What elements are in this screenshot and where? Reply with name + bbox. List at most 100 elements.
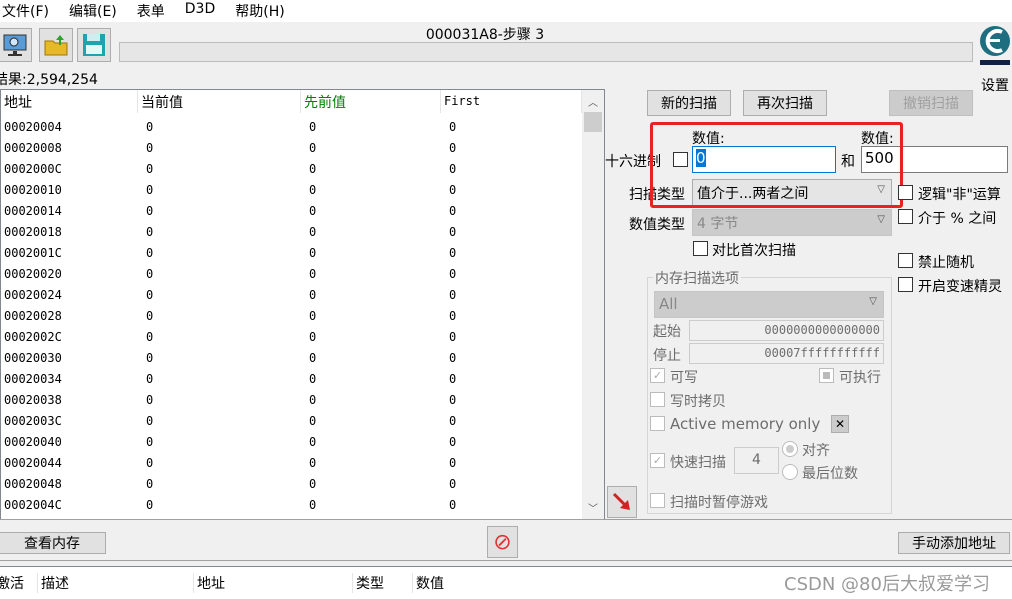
col-type[interactable]: 类型 (352, 573, 384, 593)
region-select[interactable]: All ▽ (654, 291, 884, 318)
close-icon[interactable]: ✕ (831, 415, 849, 433)
menu-help[interactable]: 帮助(H) (233, 0, 294, 22)
scrollbar[interactable]: ︿ ﹀ (582, 90, 604, 519)
table-row[interactable]: 00020038 0 0 0 (1, 390, 581, 411)
not-checkbox[interactable] (898, 185, 913, 200)
table-row[interactable]: 00020044 0 0 0 (1, 453, 581, 474)
start-address-input[interactable]: 0000000000000000 (689, 320, 884, 341)
open-file-button[interactable] (39, 28, 73, 62)
align-radio[interactable] (782, 441, 798, 457)
active-memory-label: Active memory only (670, 415, 821, 433)
col-value[interactable]: 数值 (412, 573, 444, 593)
view-memory-button[interactable]: 查看内存 (0, 532, 106, 554)
percent-label: 介于 % 之间 (918, 211, 997, 227)
first-cell: 0 (449, 498, 457, 512)
table-row[interactable]: 00020014 0 0 0 (1, 201, 581, 222)
first-cell: 0 (449, 435, 457, 449)
last-digits-radio[interactable] (782, 464, 798, 480)
fast-scan-label: 快速扫描 (670, 455, 726, 471)
col-active[interactable]: 激活 (0, 573, 24, 593)
current-cell: 0 (146, 372, 154, 386)
red-arrow-icon (612, 492, 630, 510)
col-previous[interactable]: 先前值 (301, 90, 441, 113)
address-cell: 00020048 (4, 477, 62, 491)
splitter[interactable] (0, 560, 1012, 561)
table-row[interactable]: 00020008 0 0 0 (1, 138, 581, 159)
fast-scan-checkbox[interactable]: ✓ (650, 453, 665, 468)
previous-cell: 0 (309, 246, 317, 260)
menu-table[interactable]: 表单 (135, 0, 175, 22)
undo-scan-button[interactable]: 撤销扫描 (889, 90, 973, 116)
table-row[interactable]: 00020004 0 0 0 (1, 117, 581, 138)
table-row[interactable]: 00020048 0 0 0 (1, 474, 581, 495)
speedhack-checkbox[interactable] (898, 277, 913, 292)
monitor-search-icon (3, 34, 27, 56)
current-cell: 0 (146, 435, 154, 449)
col-first[interactable]: First (441, 90, 582, 113)
next-scan-button[interactable]: 再次扫描 (743, 90, 827, 116)
col-description[interactable]: 描述 (37, 573, 69, 593)
previous-cell: 0 (309, 141, 317, 155)
current-cell: 0 (146, 456, 154, 470)
col-table-address[interactable]: 地址 (193, 573, 225, 593)
fast-scan-value[interactable]: 4 (734, 447, 779, 474)
executable-checkbox[interactable] (819, 368, 834, 383)
current-cell: 0 (146, 393, 154, 407)
previous-cell: 0 (309, 183, 317, 197)
table-row[interactable]: 00020010 0 0 0 (1, 180, 581, 201)
save-button[interactable] (77, 28, 111, 62)
results-list[interactable]: 地址 当前值 先前值 First 00020004 0 0 0 00020008 0 0 0 0… (0, 89, 605, 520)
cheat-engine-logo[interactable] (978, 22, 1012, 72)
new-scan-button[interactable]: 新的扫描 (647, 90, 731, 116)
add-to-list-button[interactable] (607, 486, 637, 518)
previous-cell: 0 (309, 456, 317, 470)
table-row[interactable]: 00020034 0 0 0 (1, 369, 581, 390)
table-row[interactable]: 0002002C 0 0 0 (1, 327, 581, 348)
settings-label[interactable]: 设置 (981, 75, 1009, 95)
menu-edit[interactable]: 编辑(E) (67, 0, 127, 22)
current-cell: 0 (146, 288, 154, 302)
add-address-button[interactable]: 手动添加地址 (898, 532, 1010, 554)
table-row[interactable]: 00020040 0 0 0 (1, 432, 581, 453)
current-cell: 0 (146, 267, 154, 281)
scroll-up-icon[interactable]: ︿ (582, 94, 604, 109)
scroll-thumb[interactable] (584, 112, 602, 132)
clear-list-button[interactable]: ⊘ (487, 526, 518, 558)
menu-file[interactable]: 文件(F) (0, 0, 59, 22)
stop-address-input[interactable]: 00007fffffffffff (689, 343, 884, 364)
table-row[interactable]: 00020028 0 0 0 (1, 306, 581, 327)
table-row[interactable]: 00020018 0 0 0 (1, 222, 581, 243)
percent-checkbox[interactable] (898, 209, 913, 224)
no-entry-icon: ⊘ (493, 529, 512, 555)
open-folder-icon (44, 35, 68, 56)
copy-on-write-checkbox[interactable] (650, 392, 665, 407)
menu-d3d[interactable]: D3D (183, 0, 225, 22)
table-row[interactable]: 0002000C 0 0 0 (1, 159, 581, 180)
address-table[interactable]: 激活 描述 地址 类型 数值 CSDN @80后大叔爱学习 (0, 566, 1012, 599)
previous-cell: 0 (309, 372, 317, 386)
no-random-checkbox[interactable] (898, 253, 913, 268)
pause-game-checkbox[interactable] (650, 493, 665, 508)
writable-label: 可写 (670, 370, 698, 386)
first-cell: 0 (449, 288, 457, 302)
first-cell: 0 (449, 267, 457, 281)
compare-first-checkbox[interactable] (693, 241, 708, 256)
table-row[interactable]: 00020030 0 0 0 (1, 348, 581, 369)
active-memory-checkbox[interactable] (650, 416, 665, 431)
table-row[interactable]: 00020020 0 0 0 (1, 264, 581, 285)
select-process-button[interactable] (0, 28, 32, 62)
watermark: CSDN @80后大叔爱学习 (784, 574, 990, 595)
writable-checkbox[interactable]: ✓ (650, 368, 665, 383)
last-digits-label: 最后位数 (802, 466, 858, 482)
table-row[interactable]: 0002003C 0 0 0 (1, 411, 581, 432)
value-type-label: 数值类型 (629, 217, 685, 233)
current-cell: 0 (146, 414, 154, 428)
table-row[interactable]: 0002001C 0 0 0 (1, 243, 581, 264)
col-address[interactable]: 地址 (1, 90, 138, 113)
table-row[interactable]: 00020024 0 0 0 (1, 285, 581, 306)
value-type-select[interactable]: 4 字节 ▽ (692, 209, 892, 236)
table-row[interactable]: 0002004C 0 0 0 (1, 495, 581, 516)
scroll-down-icon[interactable]: ﹀ (582, 500, 604, 515)
col-current[interactable]: 当前值 (138, 90, 301, 113)
previous-cell: 0 (309, 414, 317, 428)
